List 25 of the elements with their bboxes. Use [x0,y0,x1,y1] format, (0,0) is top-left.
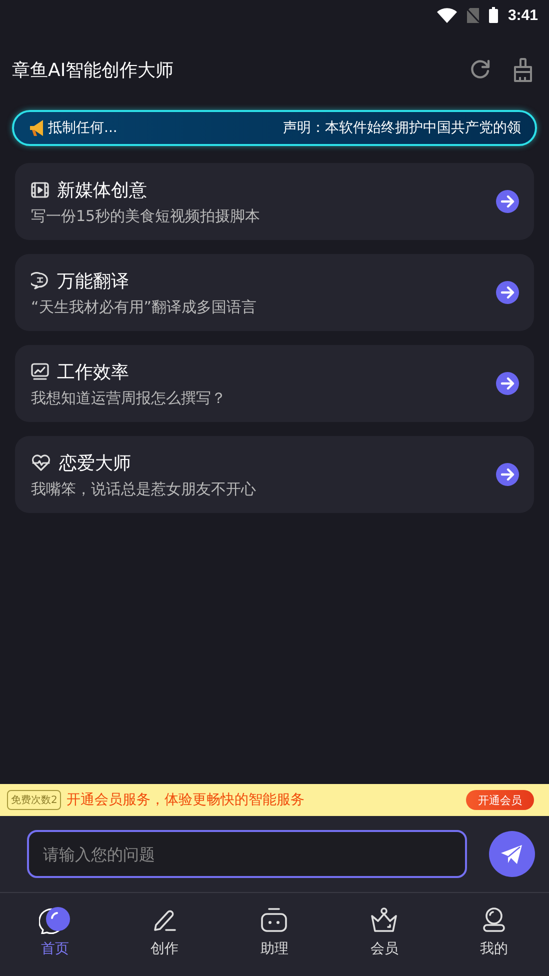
card-title: 新媒体创意 [57,178,147,202]
notice-text: 抵制任何... [48,119,118,137]
app-title: 章鱼AI智能创作大师 [12,59,175,82]
card-title: 工作效率 [57,360,129,384]
card-prompt: 写一份15秒的美食短视频拍摄脚本 [31,206,262,226]
card-prompt: 我嘴笨，说话总是惹女朋友不开心 [31,480,257,498]
nav-tab[interactable]: 首页 [0,893,110,976]
card-title: 万能翻译 [57,270,129,292]
card-title: 恋爱大师 [59,452,131,474]
prompt-card[interactable]: 恋爱大师 我嘴笨，说话总是惹女朋友不开心 [15,436,534,513]
notice-text: 声明：本软件始终拥护中国共产党的领 [283,119,521,137]
prompt-card[interactable]: 工作效率 我想知道运营周报怎么撰写？ [15,345,534,422]
free-count-tag: 免费次数2 [7,790,62,810]
question-input[interactable]: 请输入您的问题 [27,830,467,878]
card-prompt: “天生我材必有用”翻译成多国语言 [31,298,258,316]
nav-tab[interactable]: 创作 [110,893,220,976]
prompt-card[interactable]: 新媒体创意 写一份15秒的美食短视频拍摄脚本 [15,163,534,240]
nav-tab[interactable]: 我的 [439,893,549,976]
join-membership-button[interactable]: 开通会员 [466,790,534,810]
clock: 3:41 [508,6,538,24]
prompt-card[interactable]: 万能翻译 “天生我材必有用”翻译成多国语言 [15,254,534,331]
promo-text: 开通会员服务，体验更畅快的智能服务 [66,791,306,809]
card-prompt: 我想知道运营周报怎么撰写？ [31,388,227,408]
nav-tab[interactable]: 助理 [220,893,330,976]
nav-tab[interactable]: 会员 [329,893,440,976]
